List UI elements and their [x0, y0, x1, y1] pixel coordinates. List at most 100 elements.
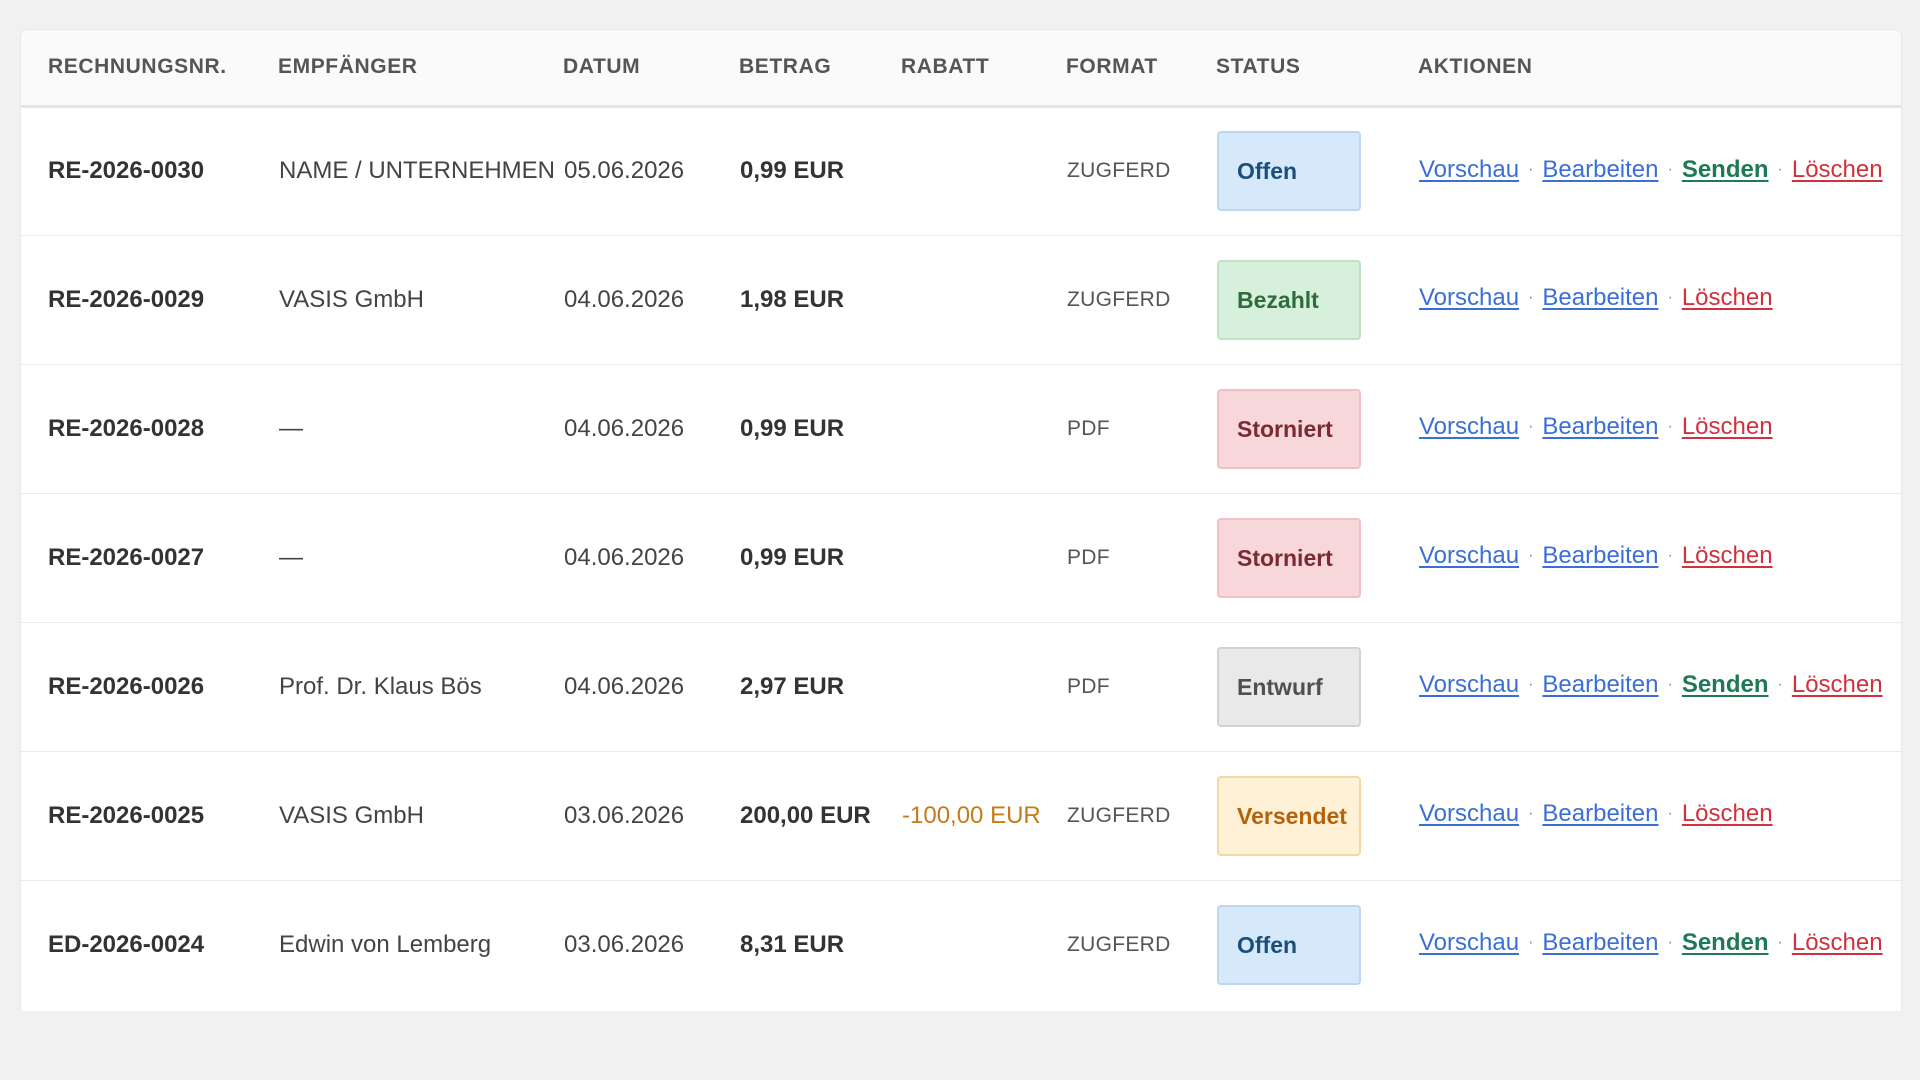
- action-separator: ·: [1528, 934, 1534, 952]
- action-separator: ·: [1528, 418, 1534, 435]
- header-amount: BETRAG: [739, 55, 832, 79]
- cell-format: PDF: [1067, 416, 1110, 440]
- cell-date: 03.06.2026: [564, 930, 685, 958]
- delete-link[interactable]: Löschen: [1792, 929, 1883, 956]
- cell-format: ZUGFERD: [1067, 159, 1171, 182]
- status-badge: Storniert: [1217, 517, 1361, 598]
- preview-link[interactable]: Vorschau: [1419, 671, 1519, 698]
- preview-link[interactable]: Vorschau: [1419, 929, 1519, 956]
- status-badge: Storniert: [1217, 388, 1361, 469]
- cell-status: Versendet: [1216, 751, 1418, 880]
- edit-link[interactable]: Bearbeiten: [1542, 800, 1658, 827]
- header-actions: AKTIONEN: [1418, 55, 1533, 79]
- delete-link[interactable]: Löschen: [1682, 800, 1773, 827]
- header-format: FORMAT: [1066, 55, 1158, 79]
- cell-recipient: VASIS GmbH: [279, 801, 424, 829]
- cell-amount: 0,99 EUR: [740, 157, 845, 184]
- preview-link[interactable]: Vorschau: [1419, 413, 1519, 440]
- cell-discount: [901, 364, 1066, 493]
- send-link[interactable]: Senden: [1682, 929, 1769, 956]
- cell-format: ZUGFERD: [1067, 287, 1171, 311]
- cell-number: RE-2026-0029: [21, 235, 278, 364]
- action-separator: ·: [1667, 934, 1673, 952]
- table-row: RE-2026-0030 NAME / UNTERNEHMEN 05.06.2026…: [21, 106, 1901, 235]
- invoice-number: RE-2026-0030: [48, 157, 205, 184]
- table-row: RE-2026-0026 Prof. Dr. Klaus Bös 04.06.202…: [21, 622, 1901, 751]
- cell-status: Offen: [1216, 880, 1418, 1009]
- cell-date: 04.06.2026: [564, 672, 685, 700]
- cell-number: RE-2026-0028: [21, 364, 278, 493]
- edit-link[interactable]: Bearbeiten: [1542, 929, 1658, 956]
- action-separator: ·: [1528, 805, 1534, 822]
- cell-recipient: Prof. Dr. Klaus Bös: [279, 672, 482, 700]
- cell-actions: Vorschau · Bearbeiten · Löschen: [1418, 751, 1901, 880]
- cell-actions: Vorschau · Bearbeiten · Löschen: [1418, 364, 1901, 493]
- action-separator: ·: [1667, 676, 1673, 693]
- preview-link[interactable]: Vorschau: [1419, 800, 1519, 827]
- send-link[interactable]: Senden: [1682, 671, 1769, 698]
- invoice-table: RECHNUNGSNR. EMPFÄNGER DATUM BETRAG RABA…: [21, 30, 1901, 1009]
- status-badge: Offen: [1217, 904, 1361, 985]
- cell-recipient: Edwin von Lemberg: [279, 930, 492, 958]
- status-badge: Offen: [1217, 131, 1361, 211]
- edit-link[interactable]: Bearbeiten: [1542, 156, 1658, 183]
- cell-discount: -100,00 EUR: [902, 801, 1041, 829]
- preview-link[interactable]: Vorschau: [1419, 156, 1519, 183]
- status-badge: Versendet: [1217, 775, 1361, 856]
- invoice-number: RE-2026-0026: [48, 672, 205, 700]
- cell-amount: 200,00 EUR: [740, 801, 871, 829]
- action-separator: ·: [1667, 805, 1673, 822]
- action-separator: ·: [1777, 676, 1783, 693]
- delete-link[interactable]: Löschen: [1682, 542, 1773, 569]
- cell-number: RE-2026-0030: [21, 106, 278, 235]
- invoice-number: RE-2026-0029: [48, 285, 205, 313]
- invoice-number: RE-2026-0028: [48, 414, 205, 442]
- cell-format: ZUGFERD: [1067, 932, 1171, 956]
- edit-link[interactable]: Bearbeiten: [1542, 413, 1658, 440]
- header-number: RECHNUNGSNR.: [48, 55, 227, 79]
- table-row: RE-2026-0027 — 04.06.2026 0,99 EUR PDF Storni…: [21, 493, 1901, 622]
- edit-link[interactable]: Bearbeiten: [1542, 542, 1658, 569]
- cell-status: Bezahlt: [1216, 235, 1418, 364]
- preview-link[interactable]: Vorschau: [1419, 284, 1519, 311]
- cell-amount: 0,99 EUR: [740, 414, 845, 442]
- cell-actions: Vorschau · Bearbeiten · Löschen: [1418, 235, 1901, 364]
- invoice-number: RE-2026-0027: [48, 543, 205, 571]
- table-row: RE-2026-0025 VASIS GmbH 03.06.2026 200,00 E…: [21, 751, 1901, 880]
- action-separator: ·: [1777, 160, 1783, 178]
- action-separator: ·: [1667, 289, 1673, 306]
- cell-actions: Vorschau · Bearbeiten · Senden · Löschen: [1418, 622, 1901, 751]
- cell-status: Entwurf: [1216, 622, 1418, 751]
- cell-discount: [901, 622, 1066, 751]
- cell-amount: 2,97 EUR: [740, 672, 845, 700]
- preview-link[interactable]: Vorschau: [1419, 542, 1519, 569]
- cell-amount: 1,98 EUR: [740, 285, 845, 313]
- cell-number: RE-2026-0027: [21, 493, 278, 622]
- cell-discount: [901, 880, 1066, 1009]
- delete-link[interactable]: Löschen: [1792, 671, 1883, 698]
- edit-link[interactable]: Bearbeiten: [1542, 671, 1658, 698]
- header-recipient: EMPFÄNGER: [278, 55, 418, 79]
- delete-link[interactable]: Löschen: [1682, 284, 1773, 311]
- send-link[interactable]: Senden: [1682, 156, 1769, 183]
- cell-recipient: VASIS GmbH: [279, 285, 424, 313]
- action-separator: ·: [1667, 160, 1673, 178]
- table-row: RE-2026-0028 — 04.06.2026 0,99 EUR PDF Storni…: [21, 364, 1901, 493]
- table-row: ED-2026-0024 Edwin von Lemberg 03.06.2026 8…: [21, 880, 1901, 1009]
- delete-link[interactable]: Löschen: [1682, 413, 1773, 440]
- cell-format: PDF: [1067, 674, 1110, 698]
- cell-actions: Vorschau · Bearbeiten · Senden · Löschen: [1418, 880, 1901, 1009]
- cell-discount: [901, 493, 1066, 622]
- header-status: STATUS: [1216, 55, 1301, 79]
- delete-link[interactable]: Löschen: [1792, 156, 1883, 183]
- cell-discount: [901, 106, 1066, 235]
- cell-date: 04.06.2026: [564, 414, 685, 442]
- table-header-row: RECHNUNGSNR. EMPFÄNGER DATUM BETRAG RABA…: [21, 30, 1901, 106]
- action-separator: ·: [1528, 160, 1534, 178]
- cell-status: Offen: [1216, 106, 1418, 235]
- action-separator: ·: [1528, 676, 1534, 693]
- header-date: DATUM: [563, 55, 641, 79]
- invoice-number: RE-2026-0025: [48, 801, 205, 829]
- edit-link[interactable]: Bearbeiten: [1542, 284, 1658, 311]
- action-separator: ·: [1667, 418, 1673, 435]
